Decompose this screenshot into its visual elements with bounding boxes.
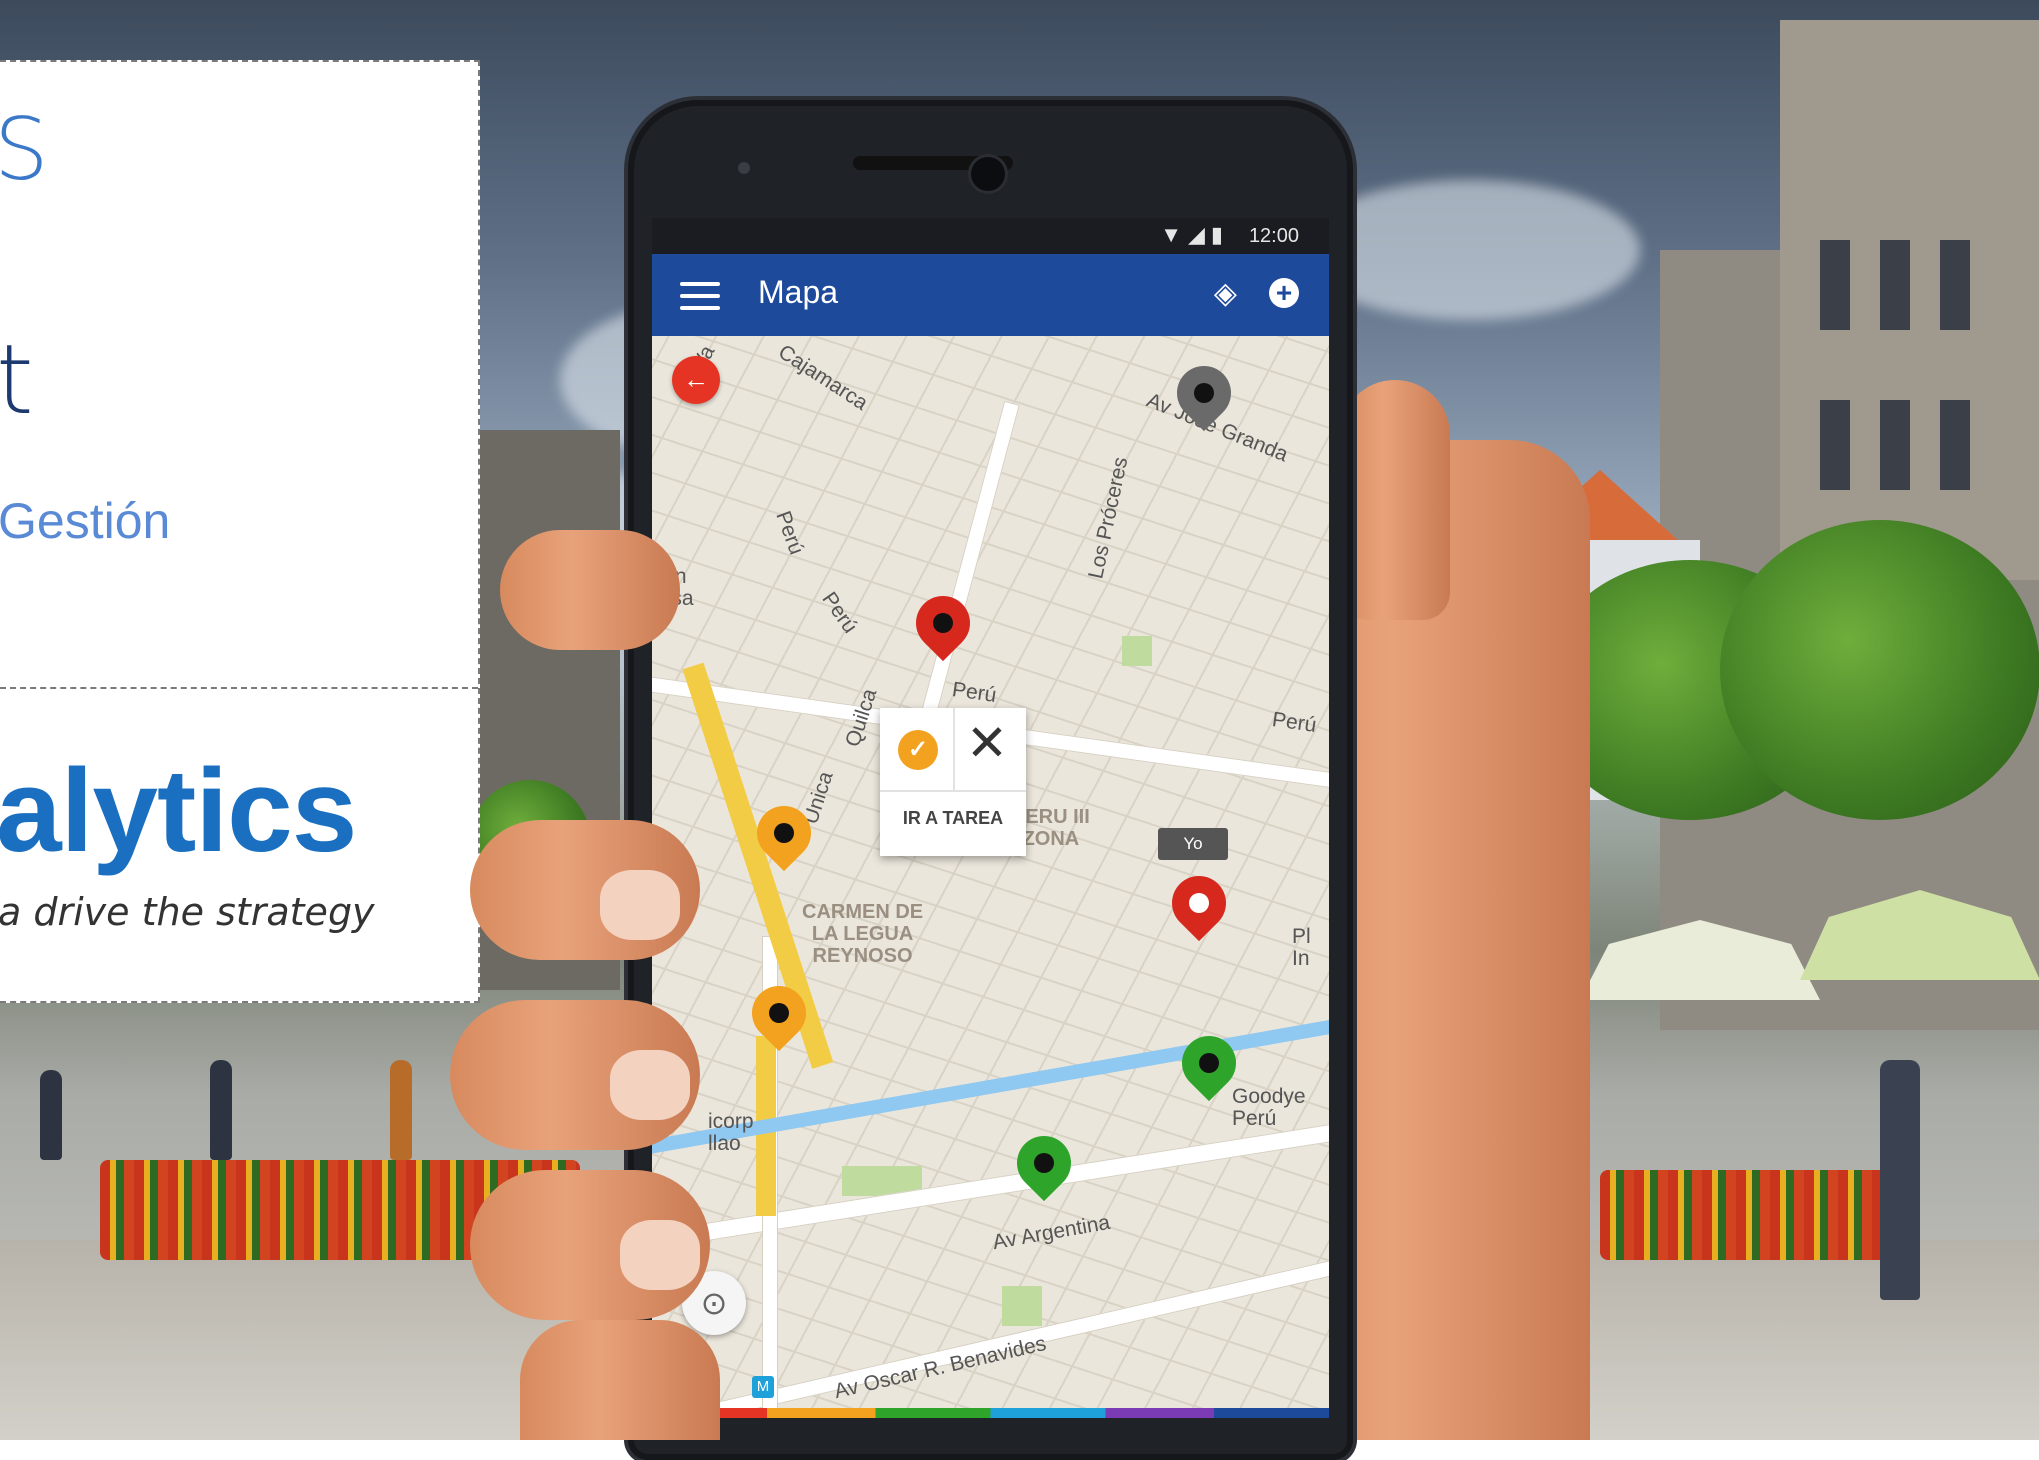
smartphone: ▼◢▮ 12:00 Mapa ◈ + Va bbox=[628, 100, 1353, 1460]
heading-fragment: t bbox=[0, 324, 34, 436]
phone-screen: ▼◢▮ 12:00 Mapa ◈ + Va bbox=[652, 218, 1329, 1418]
presentation-panel: S t Gestión alytics a drive the strategy bbox=[0, 60, 480, 1003]
proximity-sensor bbox=[738, 162, 750, 174]
app-toolbar: Mapa ◈ + bbox=[652, 254, 1329, 336]
window bbox=[1820, 240, 1850, 330]
street-label: Perú bbox=[1270, 708, 1318, 737]
dashed-divider bbox=[0, 687, 478, 689]
transit-badge: M bbox=[752, 1376, 774, 1398]
area-label: CARMEN DE LA LEGUA REYNOSO bbox=[802, 901, 924, 967]
fingernail bbox=[610, 1050, 690, 1120]
place-label: icorp llao bbox=[708, 1110, 754, 1155]
street-label: Cajamarca bbox=[774, 340, 872, 415]
tree bbox=[1720, 520, 2039, 820]
fingernail bbox=[600, 870, 680, 940]
user-tag: Yo bbox=[1158, 828, 1228, 860]
pedestrian bbox=[390, 1060, 412, 1160]
window bbox=[1940, 240, 1970, 330]
place-label: Pl In bbox=[1292, 925, 1311, 970]
app-title: Mapa bbox=[758, 274, 839, 310]
place-label: Goodye Perú bbox=[1232, 1085, 1306, 1130]
go-to-task-button[interactable]: IR A TAREA bbox=[880, 808, 1026, 829]
finger bbox=[520, 1320, 720, 1440]
status-time: 12:00 bbox=[1248, 225, 1299, 247]
map-pin-red[interactable] bbox=[904, 584, 982, 662]
signal-battery-icon: ▼◢▮ bbox=[1160, 222, 1229, 247]
pedestrian bbox=[40, 1070, 62, 1160]
street-label: Av Argentina bbox=[990, 1210, 1112, 1255]
user-location-pin[interactable] bbox=[1160, 864, 1238, 942]
brand-logo-text: alytics bbox=[0, 745, 357, 877]
pedestrian bbox=[210, 1060, 232, 1160]
close-icon[interactable]: ✕ bbox=[966, 718, 1008, 768]
pedestrian bbox=[1880, 1060, 1920, 1300]
brand-tagline: a drive the strategy bbox=[0, 890, 375, 934]
window bbox=[1940, 400, 1970, 490]
popup-divider bbox=[880, 790, 1026, 792]
park-area bbox=[1122, 636, 1152, 666]
park-area bbox=[1002, 1286, 1042, 1326]
street-label: Perú bbox=[817, 587, 862, 638]
street-label: Perú bbox=[771, 508, 809, 558]
map-view[interactable]: Va Cajamarca Av José Granda Los Próceres… bbox=[652, 336, 1329, 1418]
river bbox=[652, 1010, 1329, 1156]
window bbox=[1880, 240, 1910, 330]
subtitle-fragment: Gestión bbox=[0, 493, 171, 549]
hamburger-icon[interactable] bbox=[680, 282, 720, 310]
color-strip bbox=[652, 1408, 1329, 1418]
task-popup: ✓ ✕ IR A TAREA bbox=[880, 708, 1026, 856]
street-label: Los Próceres bbox=[1084, 454, 1133, 581]
layers-icon[interactable]: ◈ bbox=[1214, 276, 1237, 311]
front-camera bbox=[968, 154, 1008, 194]
finger bbox=[500, 530, 680, 650]
flower-bed bbox=[1600, 1170, 1900, 1260]
street-label: Perú bbox=[950, 678, 998, 707]
fingernail bbox=[620, 1220, 700, 1290]
popup-divider bbox=[953, 708, 955, 790]
title-fragment: S bbox=[0, 100, 49, 200]
arrow-left-icon[interactable]: ← bbox=[672, 356, 720, 404]
thumb bbox=[1340, 380, 1450, 620]
plus-circle-icon[interactable]: + bbox=[1269, 278, 1299, 308]
check-icon[interactable]: ✓ bbox=[898, 730, 938, 770]
window bbox=[1820, 400, 1850, 490]
status-bar: ▼◢▮ 12:00 bbox=[652, 218, 1329, 254]
window bbox=[1880, 400, 1910, 490]
